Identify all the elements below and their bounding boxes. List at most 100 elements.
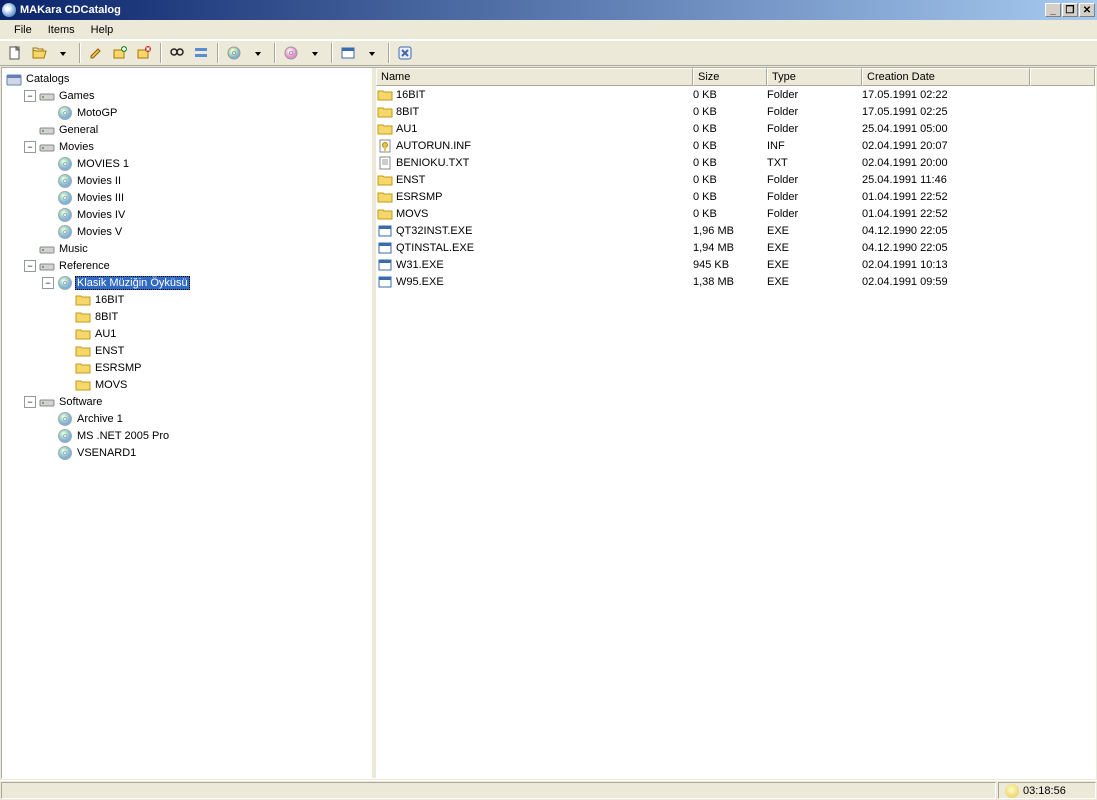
file-date: 04.12.1990 22:05 xyxy=(862,225,1030,237)
drive-icon xyxy=(39,395,55,408)
list-header: Name Size Type Creation Date xyxy=(376,68,1095,86)
file-type: EXE xyxy=(767,242,862,254)
minimize-button[interactable]: _ xyxy=(1045,3,1061,17)
tree-item[interactable]: −Reference xyxy=(6,257,372,274)
dropdown-button[interactable] xyxy=(52,42,74,64)
file-size: 0 KB xyxy=(693,89,767,101)
cd-icon xyxy=(57,156,73,172)
find-button[interactable] xyxy=(166,42,188,64)
tree-root-label: Catalogs xyxy=(24,73,71,85)
file-type: EXE xyxy=(767,225,862,237)
window-view-button[interactable] xyxy=(337,42,359,64)
tree-expander[interactable]: − xyxy=(24,141,36,153)
tree-label: Movies V xyxy=(75,226,124,238)
folder-icon xyxy=(376,190,394,203)
column-size[interactable]: Size xyxy=(693,68,767,86)
column-type[interactable]: Type xyxy=(767,68,862,86)
close-record-button[interactable] xyxy=(394,42,416,64)
list-row[interactable]: AUTORUN.INF0 KBINF02.04.1991 20:07 xyxy=(376,137,1095,154)
menu-file[interactable]: File xyxy=(6,22,40,38)
tree-item[interactable]: AU1 xyxy=(6,325,372,342)
maximize-button[interactable]: ❐ xyxy=(1062,3,1078,17)
tree-item[interactable]: −Klasik Müziğin Öyküsü xyxy=(6,274,372,291)
tree-expander[interactable]: − xyxy=(24,90,36,102)
disc2-button[interactable] xyxy=(280,42,302,64)
tree-label: Software xyxy=(57,396,104,408)
column-date[interactable]: Creation Date xyxy=(862,68,1030,86)
exe-icon xyxy=(376,223,394,239)
tree-expander[interactable]: − xyxy=(42,277,54,289)
file-size: 0 KB xyxy=(693,106,767,118)
menu-items[interactable]: Items xyxy=(40,22,83,38)
list-row[interactable]: MOVS0 KBFolder01.04.1991 22:52 xyxy=(376,205,1095,222)
tree-item[interactable]: Movies V xyxy=(6,223,372,240)
list-row[interactable]: AU10 KBFolder25.04.1991 05:00 xyxy=(376,120,1095,137)
window-title: MAKara CDCatalog xyxy=(20,4,1045,16)
list-row[interactable]: QT32INST.EXE1,96 MBEXE04.12.1990 22:05 xyxy=(376,222,1095,239)
tree-item[interactable]: ENST xyxy=(6,342,372,359)
tree-label: AU1 xyxy=(93,328,118,340)
tree-item[interactable]: MOVS xyxy=(6,376,372,393)
edit-button[interactable] xyxy=(85,42,107,64)
file-date: 01.04.1991 22:52 xyxy=(862,208,1030,220)
inf-icon xyxy=(376,138,394,154)
status-time: 03:18:56 xyxy=(1023,785,1066,797)
tree-expander[interactable]: − xyxy=(24,396,36,408)
view-dropdown[interactable] xyxy=(361,42,383,64)
tree-item[interactable]: Movies III xyxy=(6,189,372,206)
file-type: Folder xyxy=(767,89,862,101)
tree-item[interactable]: MS .NET 2005 Pro xyxy=(6,427,372,444)
open-button[interactable] xyxy=(28,42,50,64)
add-button[interactable] xyxy=(109,42,131,64)
list-row[interactable]: 16BIT0 KBFolder17.05.1991 02:22 xyxy=(376,86,1095,103)
tree-item[interactable]: Movies IV xyxy=(6,206,372,223)
menu-help[interactable]: Help xyxy=(83,22,122,38)
new-button[interactable] xyxy=(4,42,26,64)
disc2-dropdown[interactable] xyxy=(304,42,326,64)
file-name: ENST xyxy=(394,174,693,186)
list-row[interactable]: 8BIT0 KBFolder17.05.1991 02:25 xyxy=(376,103,1095,120)
file-date: 01.04.1991 22:52 xyxy=(862,191,1030,203)
tree-item[interactable]: Music xyxy=(6,240,372,257)
tree-label: 8BIT xyxy=(93,311,120,323)
tree-item[interactable]: MOVIES 1 xyxy=(6,155,372,172)
remove-button[interactable] xyxy=(133,42,155,64)
cd-icon xyxy=(57,173,73,189)
list-panel: Name Size Type Creation Date 16BIT0 KBFo… xyxy=(376,68,1095,778)
toggle-view-button[interactable] xyxy=(190,42,212,64)
cd-icon xyxy=(57,224,73,240)
tree-item[interactable]: Archive 1 xyxy=(6,410,372,427)
tree-item[interactable]: ESRSMP xyxy=(6,359,372,376)
tree-root[interactable]: Catalogs xyxy=(6,70,372,87)
disc1-button[interactable] xyxy=(223,42,245,64)
tree-item[interactable]: − Games xyxy=(6,87,372,104)
tree-item[interactable]: 8BIT xyxy=(6,308,372,325)
list-row[interactable]: W95.EXE1,38 MBEXE02.04.1991 09:59 xyxy=(376,273,1095,290)
folder-icon xyxy=(376,173,394,186)
list-body[interactable]: 16BIT0 KBFolder17.05.1991 02:228BIT0 KBF… xyxy=(376,86,1095,778)
file-type: Folder xyxy=(767,208,862,220)
tree-item[interactable]: General xyxy=(6,121,372,138)
disc1-dropdown[interactable] xyxy=(247,42,269,64)
list-row[interactable]: BENIOKU.TXT0 KBTXT02.04.1991 20:00 xyxy=(376,154,1095,171)
list-row[interactable]: ENST0 KBFolder25.04.1991 11:46 xyxy=(376,171,1095,188)
tree-item[interactable]: VSENARD1 xyxy=(6,444,372,461)
list-row[interactable]: ESRSMP0 KBFolder01.04.1991 22:52 xyxy=(376,188,1095,205)
folder-icon xyxy=(376,88,394,101)
file-type: EXE xyxy=(767,276,862,288)
cd-icon xyxy=(57,445,73,461)
column-name[interactable]: Name xyxy=(376,68,693,86)
close-button[interactable]: ✕ xyxy=(1079,3,1095,17)
file-size: 945 KB xyxy=(693,259,767,271)
tree-item[interactable]: − Software xyxy=(6,393,372,410)
tree-item[interactable]: −Movies xyxy=(6,138,372,155)
tree-panel[interactable]: Catalogs − Games MotoGPGeneral−MoviesMOVIES… xyxy=(2,68,376,778)
tree-label: Games xyxy=(57,90,96,102)
tree-item[interactable]: 16BIT xyxy=(6,291,372,308)
list-row[interactable]: QTINSTAL.EXE1,94 MBEXE04.12.1990 22:05 xyxy=(376,239,1095,256)
tree-item[interactable]: Movies II xyxy=(6,172,372,189)
list-row[interactable]: W31.EXE945 KBEXE02.04.1991 10:13 xyxy=(376,256,1095,273)
tree-expander[interactable]: − xyxy=(24,260,36,272)
tree-item[interactable]: MotoGP xyxy=(6,104,372,121)
status-clock: 03:18:56 xyxy=(998,782,1096,799)
